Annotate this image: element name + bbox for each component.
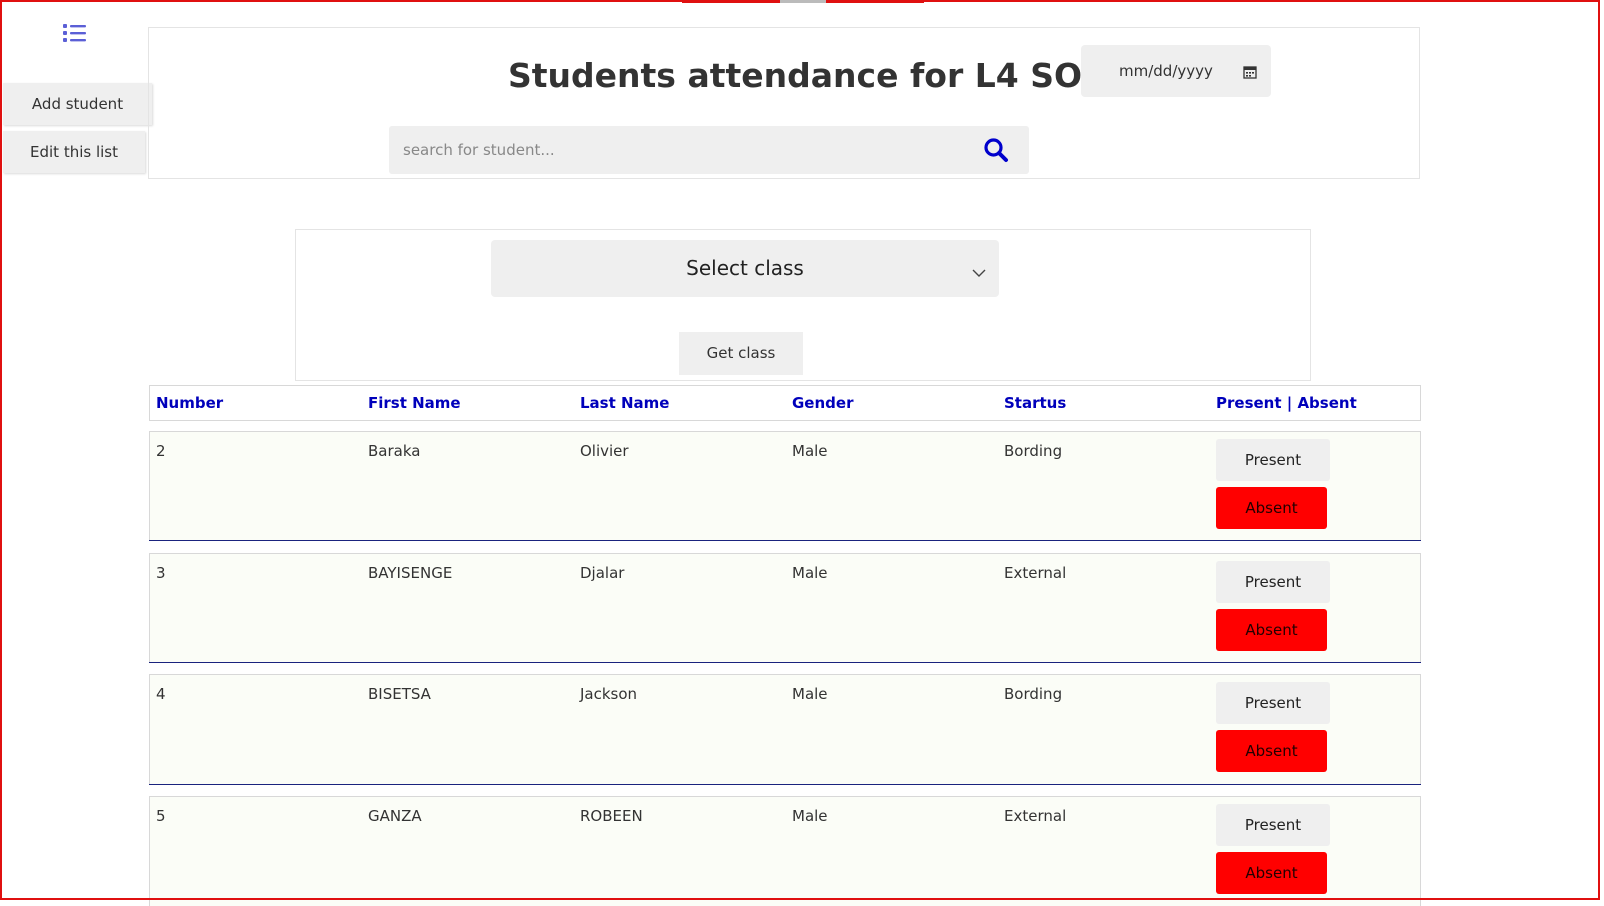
cell-first-name: GANZA <box>368 807 422 825</box>
cell-number: 4 <box>156 685 166 703</box>
get-class-button[interactable]: Get class <box>679 332 803 375</box>
cell-last-name: Olivier <box>580 442 629 460</box>
row-divider <box>149 662 1421 663</box>
cell-status: External <box>1004 564 1067 582</box>
search-icon[interactable] <box>983 137 1009 163</box>
top-indicator <box>826 0 924 3</box>
cell-status: Bording <box>1004 442 1063 460</box>
table-row: 5 GANZA ROBEEN Male External Present Abs… <box>149 796 1421 906</box>
table-row: 2 Baraka Olivier Male Bording Present Ab… <box>149 431 1421 541</box>
cell-number: 2 <box>156 442 166 460</box>
column-header-present-absent: Present | Absent <box>1216 394 1357 412</box>
top-indicator <box>780 0 826 3</box>
calendar-icon[interactable] <box>1243 64 1257 79</box>
present-button[interactable]: Present <box>1216 804 1330 846</box>
cell-last-name: Djalar <box>580 564 625 582</box>
row-divider <box>149 784 1421 785</box>
edit-list-button[interactable]: Edit this list <box>3 131 145 173</box>
page-title: Students attendance for L4 SOD B <box>508 56 1147 95</box>
cell-status: Bording <box>1004 685 1063 703</box>
class-select[interactable]: Select class <box>491 240 999 297</box>
column-header-status: Startus <box>1004 394 1067 412</box>
cell-last-name: Jackson <box>580 685 638 703</box>
column-header-first-name: First Name <box>368 394 461 412</box>
add-student-button[interactable]: Add student <box>3 83 152 125</box>
search-bar <box>389 126 1029 174</box>
absent-button[interactable]: Absent <box>1216 852 1327 894</box>
present-button[interactable]: Present <box>1216 682 1330 724</box>
class-select-value: Select class <box>686 256 804 280</box>
list-icon[interactable] <box>62 22 88 44</box>
column-header-gender: Gender <box>792 394 854 412</box>
chevron-down-icon <box>972 263 986 277</box>
cell-gender: Male <box>792 685 828 703</box>
cell-last-name: ROBEEN <box>580 807 643 825</box>
cell-gender: Male <box>792 564 828 582</box>
scrollbar[interactable] <box>1590 0 1604 904</box>
cell-status: External <box>1004 807 1067 825</box>
cell-first-name: BISETSA <box>368 685 431 703</box>
date-placeholder: mm/dd/yyyy <box>1119 62 1213 80</box>
cell-number: 3 <box>156 564 166 582</box>
date-input[interactable]: mm/dd/yyyy <box>1081 45 1271 97</box>
column-header-last-name: Last Name <box>580 394 670 412</box>
cell-first-name: BAYISENGE <box>368 564 453 582</box>
cell-number: 5 <box>156 807 166 825</box>
cell-gender: Male <box>792 442 828 460</box>
absent-button[interactable]: Absent <box>1216 609 1327 651</box>
table-row: 3 BAYISENGE Djalar Male External Present… <box>149 553 1421 663</box>
row-divider <box>149 540 1421 541</box>
cell-gender: Male <box>792 807 828 825</box>
top-indicator <box>682 0 780 3</box>
table-header: Number First Name Last Name Gender Start… <box>149 385 1421 421</box>
table-row: 4 BISETSA Jackson Male Bording Present A… <box>149 674 1421 784</box>
absent-button[interactable]: Absent <box>1216 730 1327 772</box>
absent-button[interactable]: Absent <box>1216 487 1327 529</box>
search-input[interactable] <box>389 126 969 174</box>
present-button[interactable]: Present <box>1216 561 1330 603</box>
cell-first-name: Baraka <box>368 442 421 460</box>
column-header-number: Number <box>156 394 224 412</box>
present-button[interactable]: Present <box>1216 439 1330 481</box>
